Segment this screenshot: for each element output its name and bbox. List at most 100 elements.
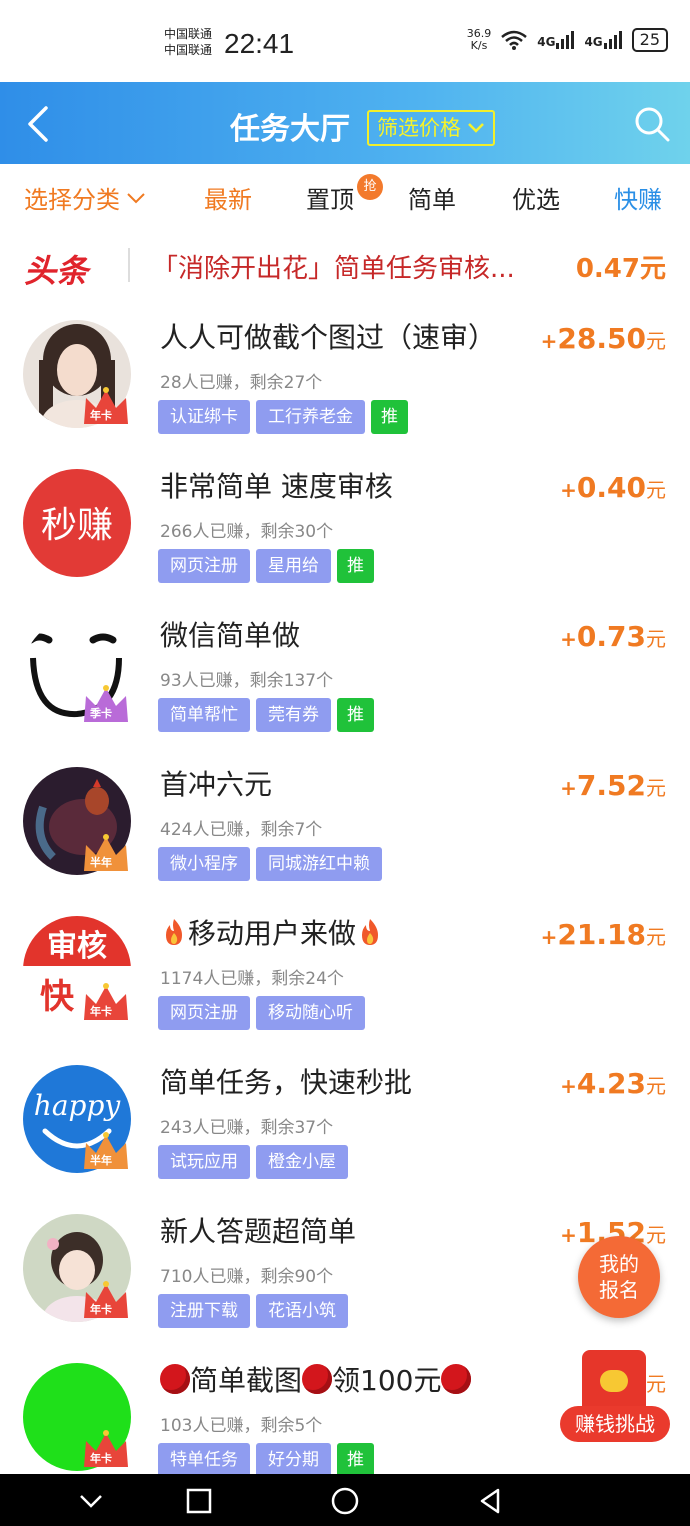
- price-plus: +: [560, 1223, 577, 1247]
- task-tag: 星用给: [256, 549, 331, 583]
- back-arrow-icon[interactable]: [22, 104, 62, 144]
- task-tag: 网页注册: [158, 996, 250, 1030]
- task-meta: 243人已赚，剩余37个: [160, 1118, 334, 1138]
- nav-recents-icon[interactable]: [184, 1486, 214, 1516]
- task-tags: 注册下载 花语小筑: [158, 1294, 348, 1328]
- task-title: 简单任务，快速秒批: [160, 1066, 413, 1099]
- tab-select-category[interactable]: 选择分类: [24, 180, 146, 215]
- tab-simple[interactable]: 简单: [408, 180, 456, 215]
- red-dot-icon: [160, 1364, 190, 1394]
- task-meta: 93人已赚，剩余137个: [160, 671, 334, 691]
- vip-badge-text: 年卡: [90, 409, 112, 422]
- task-meta: 266人已赚，剩余30个: [160, 522, 334, 542]
- price-unit: 元: [646, 925, 666, 949]
- search-icon[interactable]: [634, 106, 670, 142]
- nav-home-icon[interactable]: [330, 1486, 360, 1516]
- status-icons: 36.9 K/s 4G 4G 25: [467, 28, 668, 52]
- chevron-down-icon: [468, 123, 484, 133]
- task-price: +21.18元: [541, 918, 666, 951]
- carrier-1: 中国联通: [164, 27, 213, 41]
- recommend-tag: 推: [337, 1443, 374, 1477]
- price-unit: 元: [646, 329, 666, 353]
- wifi-icon: [501, 30, 528, 50]
- my-signups-button[interactable]: 我的 报名: [578, 1236, 660, 1318]
- speed-unit: K/s: [470, 39, 488, 52]
- task-tag: 特单任务: [158, 1443, 250, 1477]
- clock: 22:41: [224, 28, 295, 59]
- signal-bars-icon: [556, 31, 575, 49]
- task-title: 首冲六元: [160, 768, 273, 801]
- nav-collapse-icon[interactable]: [76, 1486, 106, 1516]
- vip-badge-text: 年卡: [90, 1303, 112, 1316]
- task-price: +0.40元: [560, 471, 666, 504]
- task-tag: 同城游红中赖: [256, 847, 382, 881]
- task-item[interactable]: 年卡 人人可做截个图过（速审） 28人已赚，剩余27个 认证绑卡 工行养老金 推…: [0, 302, 690, 451]
- crown-icon: 季卡: [80, 684, 132, 726]
- task-item[interactable]: 季卡 微信简单做 93人已赚，剩余137个 简单帮忙 莞有券 推 +0.73元: [0, 600, 690, 749]
- vip-badge-text: 半年: [90, 1154, 112, 1167]
- avatar: 秒赚: [23, 469, 131, 577]
- network-speed: 36.9 K/s: [467, 28, 492, 52]
- price-plus: +: [560, 776, 577, 800]
- earn-challenge-button[interactable]: 赚钱挑战: [560, 1350, 670, 1450]
- tab-best[interactable]: 优选: [512, 180, 560, 215]
- task-meta: 103人已赚，剩余5个: [160, 1416, 323, 1436]
- tab-category-label: 选择分类: [24, 186, 120, 214]
- task-tag: 注册下载: [158, 1294, 250, 1328]
- headline-banner[interactable]: 头条 「消除开出花」简单任务审核... 0.47元: [0, 234, 690, 296]
- price-value: 0.73: [576, 620, 646, 653]
- task-tags: 试玩应用 橙金小屋: [158, 1145, 348, 1179]
- carrier-2: 中国联通: [164, 43, 213, 57]
- task-meta: 710人已赚，剩余90个: [160, 1267, 334, 1287]
- task-title-part: 简单截图: [190, 1364, 303, 1397]
- tab-newest[interactable]: 最新: [204, 180, 252, 215]
- recommend-tag: 推: [337, 549, 374, 583]
- avatar-text: 秒赚: [41, 505, 113, 546]
- price-unit: 元: [646, 627, 666, 651]
- system-nav-bar: [0, 1474, 690, 1526]
- network-type-2: 4G: [584, 35, 603, 49]
- task-tag: 网页注册: [158, 549, 250, 583]
- category-tabs: 选择分类 最新 置顶 简单 优选 快赚: [0, 164, 690, 230]
- pinned-hot-badge: 抢: [357, 174, 383, 200]
- network-type-1: 4G: [537, 35, 556, 49]
- price-value: 21.18: [557, 918, 646, 951]
- task-title: 移动用户来做: [160, 912, 384, 952]
- task-price: +28.50元: [541, 322, 666, 355]
- task-tag: 好分期: [256, 1443, 331, 1477]
- vip-badge-text: 半年: [90, 856, 112, 869]
- tab-fast-earn[interactable]: 快赚: [614, 180, 662, 215]
- price-plus: +: [560, 627, 577, 651]
- task-tag: 莞有券: [256, 698, 331, 732]
- price-unit: 元: [646, 1074, 666, 1098]
- task-tag: 花语小筑: [256, 1294, 348, 1328]
- tab-pinned[interactable]: 置顶: [306, 180, 354, 215]
- nav-back-icon[interactable]: [476, 1486, 506, 1516]
- task-item[interactable]: 半年 首冲六元 424人已赚，剩余7个 微小程序 同城游红中赖 +7.52元: [0, 749, 690, 898]
- my-signups-line1: 我的: [599, 1252, 639, 1276]
- task-item[interactable]: 审核 快 年卡 移动用户来做 1174人已赚，剩余24个 网页注册 移动随心听 …: [0, 898, 690, 1047]
- price-filter-button[interactable]: 筛选价格: [367, 110, 495, 146]
- avatar-text: 快: [40, 977, 75, 1017]
- task-tags: 网页注册 星用给 推: [158, 549, 374, 583]
- task-tags: 认证绑卡 工行养老金 推: [158, 400, 408, 434]
- task-title: 简单截图 领100元: [160, 1359, 472, 1399]
- red-dot-icon: [302, 1364, 333, 1394]
- task-tag: 橙金小屋: [256, 1145, 348, 1179]
- chevron-down-icon: [127, 192, 145, 203]
- task-item[interactable]: happy 半年 简单任务，快速秒批 243人已赚，剩余37个 试玩应用 橙金小…: [0, 1047, 690, 1196]
- task-meta: 28人已赚，剩余27个: [160, 373, 323, 393]
- task-item[interactable]: 秒赚 非常简单 速度审核 266人已赚，剩余30个 网页注册 星用给 推 +0.…: [0, 451, 690, 600]
- avatar-text: happy: [34, 1089, 122, 1122]
- vip-badge-text: 年卡: [90, 1452, 112, 1465]
- signal-1: 4G: [537, 31, 575, 49]
- crown-icon: 年卡: [80, 1280, 132, 1322]
- task-price: +4.23元: [560, 1067, 666, 1100]
- task-tags: 微小程序 同城游红中赖: [158, 847, 382, 881]
- crown-icon: 年卡: [80, 982, 132, 1024]
- task-title-text: 移动用户来做: [188, 917, 357, 950]
- price-unit: 元: [646, 478, 666, 502]
- crown-icon: 年卡: [80, 1429, 132, 1471]
- fire-icon: [362, 919, 379, 945]
- red-packet-icon: [582, 1350, 646, 1414]
